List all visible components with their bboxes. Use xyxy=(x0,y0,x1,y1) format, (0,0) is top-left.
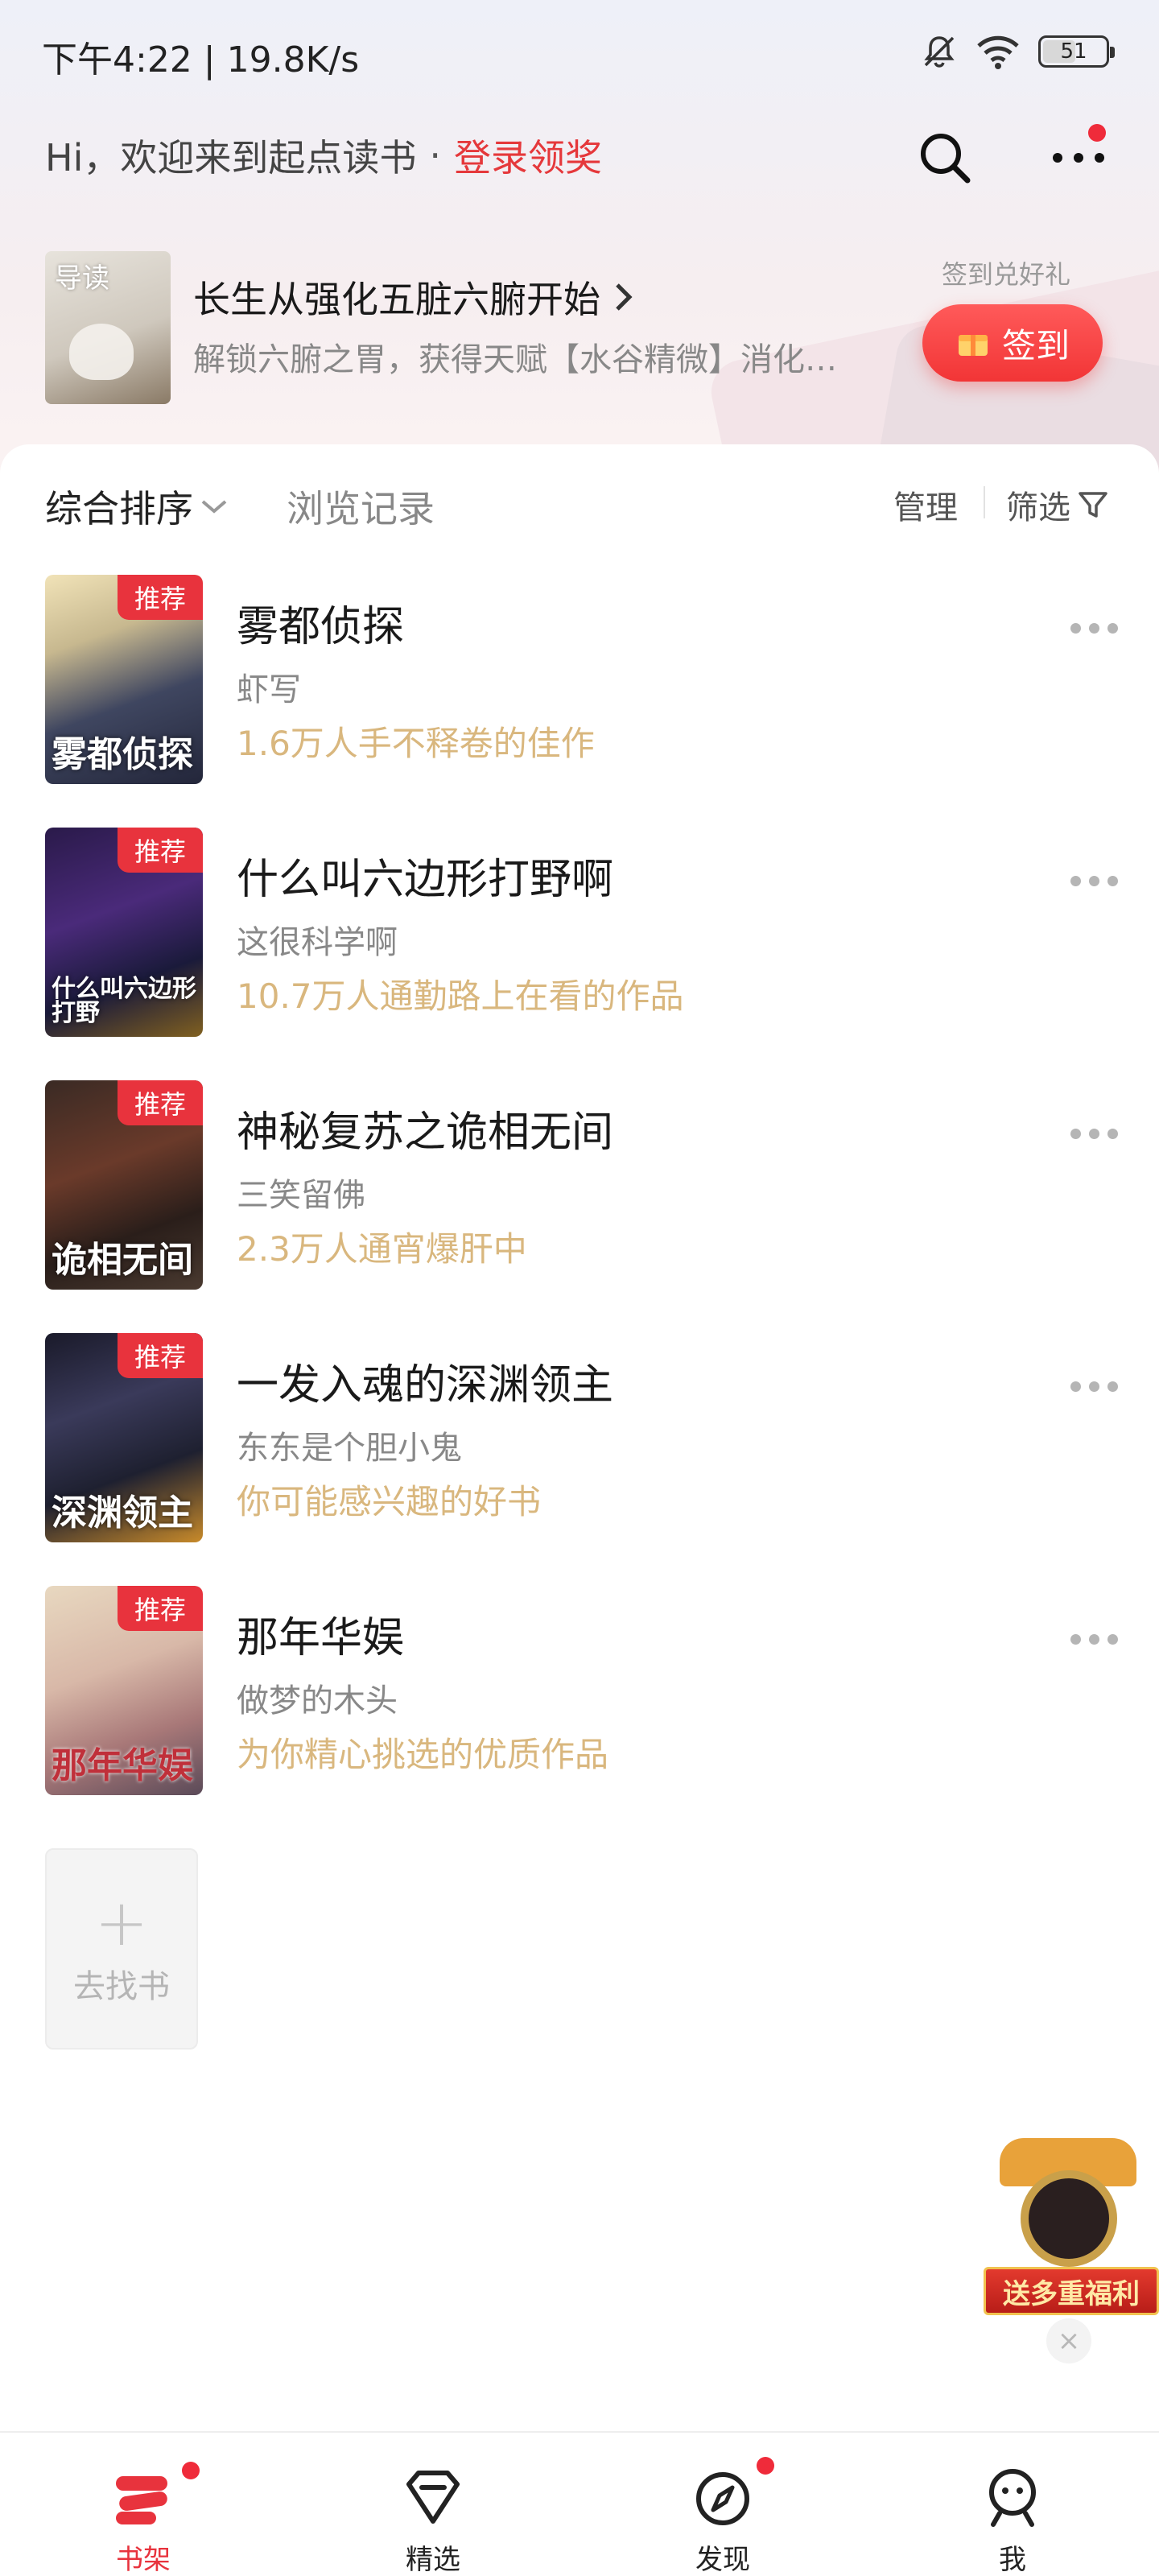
nav-label: 发现 xyxy=(695,2544,750,2576)
book-title: 一发入魂的深渊领主 xyxy=(237,1361,614,1410)
gift-icon xyxy=(958,335,988,356)
book-title: 雾都侦探 xyxy=(237,603,405,651)
book-cover-title: 什么叫六边形打野 xyxy=(52,975,196,1027)
book-author: 做梦的木头 xyxy=(237,1682,398,1719)
profile-icon xyxy=(989,2469,1036,2527)
book-note: 你可能感兴趣的好书 xyxy=(237,1482,542,1521)
book-more-button[interactable] xyxy=(1070,1125,1127,1141)
battery-icon: 51 xyxy=(1038,35,1115,68)
recommend-badge: 推荐 xyxy=(118,1333,203,1378)
signin-hint: 签到兑好礼 xyxy=(942,259,1071,290)
search-button[interactable] xyxy=(914,127,975,188)
book-title: 神秘复苏之诡相无间 xyxy=(237,1108,614,1157)
book-item[interactable]: 深渊领主 推荐 一发入魂的深渊领主 东东是个胆小鬼 你可能感兴趣的好书 xyxy=(0,1333,1159,1542)
book-author: 虾写 xyxy=(237,671,301,708)
chevron-right-icon xyxy=(616,283,633,311)
book-author: 东东是个胆小鬼 xyxy=(237,1430,462,1467)
book-cover-title: 深渊领主 xyxy=(52,1492,193,1534)
find-books-label: 去找书 xyxy=(73,1968,170,2005)
mute-icon xyxy=(924,36,955,68)
banner-cover[interactable]: 导读 xyxy=(45,251,171,404)
plus-icon: + xyxy=(94,1885,149,1960)
book-item[interactable]: 什么叫六边形打野 推荐 什么叫六边形打野啊 这很科学啊 10.7万人通勤路上在看… xyxy=(0,828,1159,1037)
status-time: 下午4:22 | 19.8K/s xyxy=(42,39,360,80)
book-author: 三笑留佛 xyxy=(237,1177,365,1214)
nav-featured[interactable]: 精选 xyxy=(353,2433,514,2576)
signin-button[interactable]: 签到 xyxy=(922,304,1103,382)
diamond-icon xyxy=(406,2471,460,2524)
divider xyxy=(984,486,985,518)
banner-cover-tag: 导读 xyxy=(55,262,109,295)
notification-dot xyxy=(757,2457,774,2475)
book-cover-title: 诡相无间 xyxy=(52,1240,193,1281)
book-more-button[interactable] xyxy=(1070,873,1127,889)
bookshelf-icon xyxy=(116,2476,167,2524)
sort-dropdown[interactable]: 综合排序 xyxy=(45,480,229,533)
filter-button[interactable]: 筛选 xyxy=(1006,481,1109,528)
bottom-navigation: 书架 精选 发现 我 xyxy=(0,2431,1159,2576)
greeting-separator: · xyxy=(429,134,441,177)
notification-dot xyxy=(1088,124,1106,142)
filter-icon xyxy=(1079,492,1107,518)
battery-level: 51 xyxy=(1060,39,1087,64)
notification-dot xyxy=(182,2462,200,2479)
book-cover[interactable]: 诡相无间 推荐 xyxy=(45,1080,203,1290)
cover-figure xyxy=(69,324,134,380)
book-cover[interactable]: 什么叫六边形打野 推荐 xyxy=(45,828,203,1037)
close-icon[interactable]: × xyxy=(1046,2318,1091,2363)
promo-avatar-frame xyxy=(1021,2170,1117,2267)
browse-history-tab[interactable]: 浏览记录 xyxy=(287,480,435,533)
nav-bookshelf[interactable]: 书架 xyxy=(63,2433,224,2576)
book-cover[interactable]: 雾都侦探 推荐 xyxy=(45,575,203,784)
sort-label: 综合排序 xyxy=(45,487,193,530)
nav-label: 书架 xyxy=(116,2544,171,2576)
book-note: 为你精心挑选的优质作品 xyxy=(237,1735,609,1774)
book-more-button[interactable] xyxy=(1070,1631,1127,1647)
promo-banner: 送多重福利 xyxy=(984,2267,1159,2315)
book-cover-title: 那年华娱 xyxy=(52,1745,193,1786)
book-item[interactable]: 那年华娱 推荐 那年华娱 做梦的木头 为你精心挑选的优质作品 xyxy=(0,1586,1159,1795)
banner-title: 长生从强化五脏六腑开始 xyxy=(193,278,600,321)
book-title: 什么叫六边形打野啊 xyxy=(237,856,614,904)
nav-me[interactable]: 我 xyxy=(932,2433,1093,2576)
signin-label: 签到 xyxy=(1001,325,1070,365)
greeting-text: Hi，欢迎来到起点读书 xyxy=(45,136,417,180)
search-icon xyxy=(921,134,971,184)
book-more-button[interactable] xyxy=(1070,1378,1127,1394)
wifi-icon xyxy=(977,35,1019,69)
book-cover[interactable]: 深渊领主 推荐 xyxy=(45,1333,203,1542)
book-item[interactable]: 雾都侦探 推荐 雾都侦探 虾写 1.6万人手不释卷的佳作 xyxy=(0,575,1159,784)
book-note: 1.6万人手不释卷的佳作 xyxy=(237,724,595,763)
recommend-badge: 推荐 xyxy=(118,1586,203,1631)
nav-label: 我 xyxy=(999,2544,1026,2576)
book-cover[interactable]: 那年华娱 推荐 xyxy=(45,1586,203,1795)
book-title: 那年华娱 xyxy=(237,1614,405,1662)
book-author: 这很科学啊 xyxy=(237,924,398,961)
recommend-badge: 推荐 xyxy=(118,828,203,873)
status-bar: 下午4:22 | 19.8K/s 51 xyxy=(0,0,1159,105)
nav-discover[interactable]: 发现 xyxy=(642,2433,803,2576)
book-note: 2.3万人通宵爆肝中 xyxy=(237,1229,527,1269)
manage-button[interactable]: 管理 xyxy=(893,481,958,528)
promo-floating-widget[interactable]: 送多重福利 xyxy=(984,2138,1159,2315)
book-item[interactable]: 诡相无间 推荐 神秘复苏之诡相无间 三笑留佛 2.3万人通宵爆肝中 xyxy=(0,1080,1159,1290)
recommend-badge: 推荐 xyxy=(118,1080,203,1125)
greeting: Hi，欢迎来到起点读书 · 登录领奖 xyxy=(45,129,602,182)
chevron-down-icon xyxy=(201,500,227,514)
find-books-button[interactable]: + 去找书 xyxy=(45,1848,198,2050)
book-note: 10.7万人通勤路上在看的作品 xyxy=(237,976,684,1016)
book-more-button[interactable] xyxy=(1070,620,1127,636)
more-button[interactable] xyxy=(1046,124,1111,185)
banner-description: 解锁六腑之胃，获得天赋【水谷精微】消化… xyxy=(193,341,837,378)
login-reward-link[interactable]: 登录领奖 xyxy=(454,129,602,182)
status-icons: 51 xyxy=(921,31,1115,72)
recommend-badge: 推荐 xyxy=(118,575,203,620)
filter-label: 筛选 xyxy=(1006,489,1070,526)
banner-title-link[interactable]: 长生从强化五脏六腑开始 xyxy=(193,270,634,324)
nav-label: 精选 xyxy=(406,2544,460,2576)
book-cover-title: 雾都侦探 xyxy=(52,734,193,775)
compass-icon xyxy=(696,2472,749,2525)
